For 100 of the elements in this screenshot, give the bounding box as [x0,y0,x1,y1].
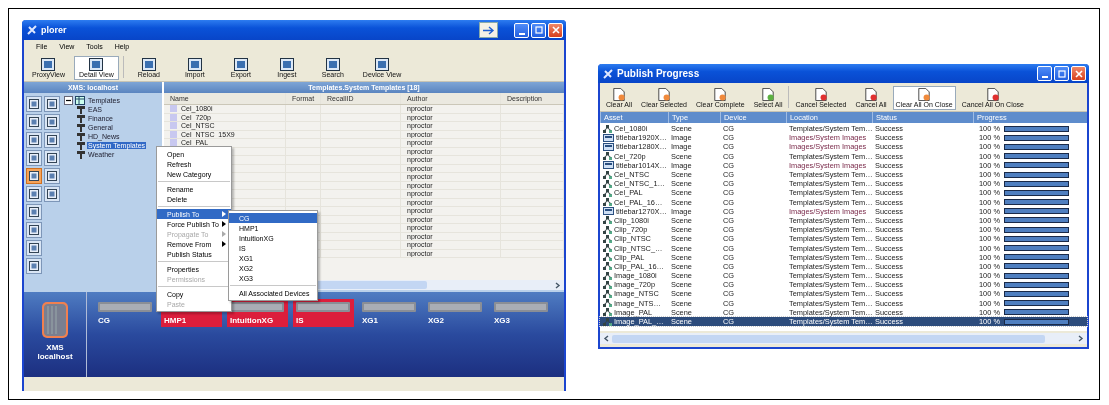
side-tool-button[interactable] [44,150,60,166]
maximize-button[interactable] [531,22,546,38]
side-tool-button[interactable] [26,240,42,256]
chevron-right-icon [1078,335,1084,342]
nodes-icon [603,152,612,161]
close-icon [551,26,560,34]
close-icon [1074,69,1083,78]
side-tool-button[interactable] [44,114,60,130]
nodes-icon [603,280,612,289]
page-icon [864,88,878,101]
panel-icon [375,58,390,71]
maximize-icon [1057,69,1066,78]
panel-icon [141,58,156,71]
progress-bar [1003,162,1069,169]
device-tile[interactable]: XG2 [425,299,486,327]
collapse-toggle[interactable] [64,96,73,105]
progress-bar [1003,217,1069,224]
rack-unit-drawing [98,301,152,313]
nodes-icon [603,271,612,280]
nodes-icon [603,289,612,298]
nodes-icon [603,225,612,234]
page-icon [761,88,776,101]
device-tile[interactable]: CG [95,299,156,327]
panel-icon [279,58,294,71]
chevron-right-icon [555,281,561,289]
progress-bar [1003,300,1069,307]
side-tool-button[interactable] [26,96,42,112]
progress-bar [1003,180,1069,187]
nodes-icon [603,179,612,188]
minimize-icon [518,32,525,35]
maximize-button[interactable] [1054,66,1069,81]
device-tile[interactable]: XG3 [491,299,552,327]
progress-bar [1003,199,1069,206]
rack-unit-drawing [494,301,548,313]
minimize-icon [1041,76,1048,78]
app-icon [603,68,613,79]
nodes-icon [603,244,612,253]
side-tool-button[interactable] [44,168,60,184]
progress-bar [1003,290,1069,297]
image-icon [603,161,614,170]
rack-unit-drawing [362,301,416,313]
arrow-icon [482,25,495,35]
nodes-icon [603,234,612,243]
server-label: XMS localhost [37,343,73,361]
close-button[interactable] [1071,66,1086,81]
progress-bar [1003,143,1069,150]
progress-bar [1003,208,1069,215]
nodes-icon [603,170,612,179]
side-tool-button[interactable] [44,96,60,112]
side-tool-button[interactable] [26,114,42,130]
side-tool-button[interactable] [44,186,60,202]
panel-icon [41,58,56,71]
nodes-icon [603,299,612,308]
rack-unit-drawing [428,301,482,313]
side-tool-button[interactable] [26,186,42,202]
arrow-button[interactable] [479,22,498,38]
panel-icon [325,58,340,71]
rack-unit-drawing [230,301,284,313]
progress-bar [1003,171,1069,178]
nodes-icon [603,188,612,197]
side-tool-button[interactable] [26,150,42,166]
progress-bar [1003,189,1069,196]
progress-bar [1003,281,1069,288]
side-tool-button[interactable] [26,168,42,184]
nodes-icon [603,198,612,207]
horizontal-scrollbar[interactable] [600,333,1087,344]
side-tool-button[interactable] [26,204,42,220]
close-button[interactable] [548,22,563,38]
device-tile[interactable]: XG1 [359,299,420,327]
side-tool-button[interactable] [26,132,42,148]
nodes-icon [603,262,612,271]
server-drawing [40,300,70,340]
progress-bar [1003,245,1069,252]
progress-bar [1003,263,1069,270]
nodes-icon [603,216,612,225]
device-tile[interactable]: IS [293,299,354,327]
page-icon [917,88,932,101]
progress-bar [1003,235,1069,242]
page-icon [713,88,728,101]
window-title: plorer [41,25,68,35]
progress-bar [1003,153,1069,160]
nodes-icon [603,124,612,133]
side-tool-button[interactable] [44,132,60,148]
page-icon [985,88,1000,101]
minimize-button[interactable] [1037,66,1052,81]
chevron-left-icon [603,335,609,342]
panel-icon [187,58,202,71]
progress-bar [1003,272,1069,279]
minimize-button[interactable] [514,22,529,38]
app-icon [27,25,37,35]
grid-icon [75,96,85,105]
side-tool-button[interactable] [26,258,42,274]
image-icon [603,133,614,142]
nodes-icon [603,253,612,262]
nodes-icon [603,317,612,326]
side-tool-button[interactable] [26,222,42,238]
rack-unit-drawing [296,301,350,313]
progress-bar [1003,226,1069,233]
image-icon [603,142,614,151]
image-icon [603,207,614,216]
